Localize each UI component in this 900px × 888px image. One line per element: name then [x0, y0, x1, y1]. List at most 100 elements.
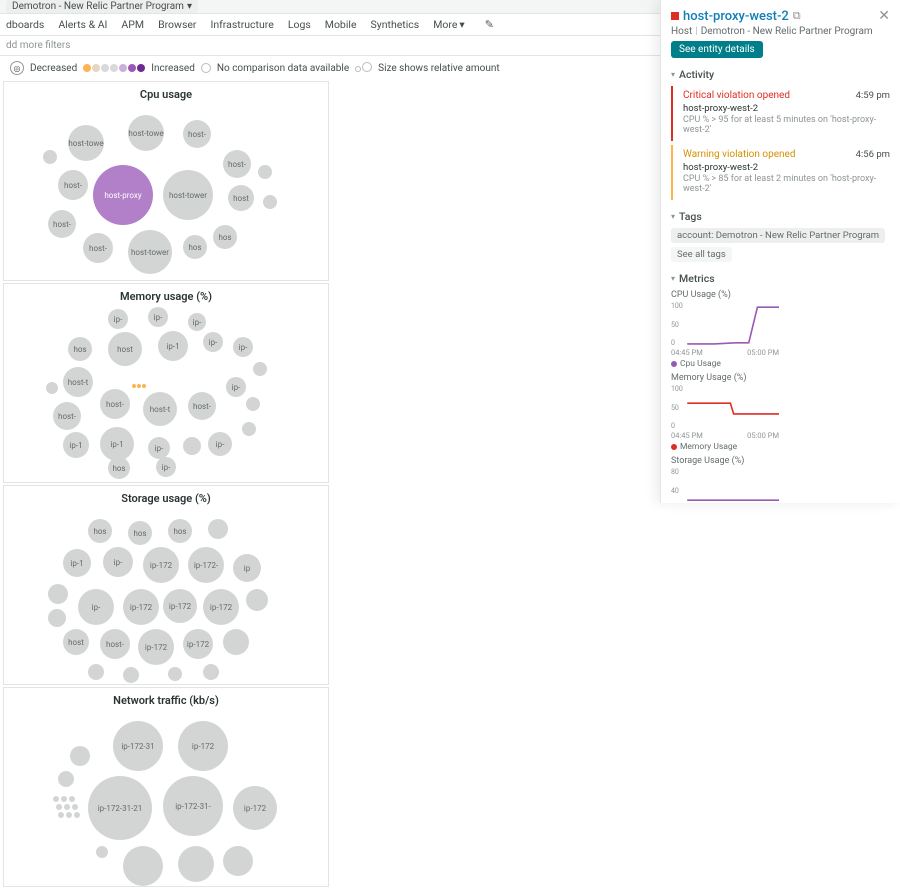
bubble-item[interactable]: ip-172-31 — [113, 721, 163, 771]
activity-item[interactable]: Warning violation opened4:56 pm host-pro… — [671, 145, 890, 200]
bubble-item[interactable] — [72, 804, 78, 810]
bubble-item[interactable]: host-towe — [68, 125, 104, 161]
bubble-item-highlight[interactable]: host-proxy — [93, 165, 153, 225]
bubble-item[interactable] — [43, 150, 57, 164]
bubble-item[interactable] — [61, 796, 67, 802]
bubble-item[interactable]: hos — [183, 235, 207, 259]
see-all-tags-button[interactable]: See all tags — [671, 247, 732, 262]
bubble-item[interactable]: host-tower — [163, 170, 213, 220]
bubble-item[interactable]: hos — [213, 225, 237, 249]
breadcrumb[interactable]: Demotron - New Relic Partner Program ▾ — [6, 0, 198, 13]
section-header[interactable]: ▾Metrics — [671, 272, 890, 285]
bubble-item[interactable]: ip- — [103, 547, 133, 577]
bubble-item[interactable]: ip-172 — [143, 547, 179, 583]
bubble-item[interactable]: host — [228, 185, 254, 211]
bubble-item[interactable] — [70, 746, 90, 766]
bubble-item[interactable]: host- — [188, 392, 216, 420]
nav-apm[interactable]: APM — [121, 18, 144, 31]
bubble-item[interactable] — [258, 165, 272, 179]
network-traffic-panel[interactable]: Network traffic (kb/s) ip-172-31 ip-172 … — [3, 687, 329, 887]
bubble-item[interactable] — [64, 804, 70, 810]
bubble-item[interactable] — [69, 796, 75, 802]
bubble-item[interactable] — [74, 812, 80, 818]
bubble-item[interactable]: ip- — [226, 377, 246, 397]
memory-usage-panel[interactable]: Memory usage (%) ip- ip- ip- hos host ip… — [3, 283, 329, 483]
bubble-item[interactable] — [53, 796, 59, 802]
bubble-item[interactable]: ip-172 — [178, 721, 228, 771]
bubble-item[interactable] — [178, 846, 214, 882]
bubble-item[interactable]: ip-172 — [138, 629, 174, 665]
bubble-item[interactable] — [46, 382, 58, 394]
bubble-item[interactable]: ip- — [148, 307, 168, 327]
bubble-item[interactable]: host- — [53, 402, 81, 430]
bubble-item[interactable]: hos — [168, 519, 192, 543]
bubble-item[interactable]: hos — [88, 519, 112, 543]
bubble-item[interactable]: host- — [48, 210, 76, 238]
bubble-item[interactable]: host — [108, 332, 142, 366]
bubble-item[interactable]: ip-172-31-21 — [88, 776, 152, 840]
bubble-item[interactable]: host-towe — [128, 115, 164, 151]
bubble-item[interactable]: hos — [108, 457, 130, 479]
bubble-item[interactable]: host- — [223, 150, 251, 178]
see-entity-details-button[interactable]: See entity details — [671, 41, 763, 58]
bubble-item[interactable]: ip-172- — [188, 547, 224, 583]
bubble-item[interactable] — [96, 846, 108, 858]
bubble-item[interactable]: host- — [83, 233, 113, 263]
bubble-item[interactable] — [48, 584, 68, 604]
bubble-item[interactable]: host-t — [63, 367, 93, 397]
bubble-item[interactable]: ip-172 — [233, 786, 277, 830]
bubble-item[interactable] — [246, 589, 268, 611]
bubble-item[interactable] — [242, 422, 256, 436]
nav-dashboards[interactable]: dboards — [6, 18, 44, 31]
nav-infrastructure[interactable]: Infrastructure — [210, 18, 273, 31]
bubble-item[interactable]: host- — [183, 120, 211, 148]
bubble-item[interactable]: host- — [100, 389, 130, 419]
bubble-item[interactable] — [48, 609, 66, 627]
bubble-item[interactable] — [56, 804, 62, 810]
nav-alerts-ai[interactable]: Alerts & AI — [58, 18, 107, 31]
bubble-item[interactable]: ip-172 — [123, 589, 159, 625]
copy-icon[interactable]: ⧉ — [793, 9, 801, 23]
bubble-item[interactable] — [223, 629, 249, 655]
bubble-item[interactable] — [263, 195, 277, 209]
cpu-usage-panel[interactable]: Cpu usage host-towe host-towe host- host… — [3, 81, 329, 281]
bubble-item[interactable]: ip- — [208, 432, 232, 456]
edit-icon[interactable]: ✎ — [485, 18, 494, 31]
entity-title[interactable]: host-proxy-west-2 — [683, 9, 789, 24]
bubble-item[interactable]: host-tower — [128, 230, 172, 274]
bubble-item[interactable] — [123, 846, 163, 886]
bubble-item[interactable]: ip- — [233, 337, 253, 357]
bubble-item[interactable]: ip- — [156, 457, 176, 477]
bubble-item[interactable]: host- — [58, 170, 88, 200]
bubble-item[interactable]: ip-1 — [63, 432, 89, 458]
metric-cpu[interactable]: CPU Usage (%) 100500 04:45 PM05:00 PM Cp… — [671, 290, 779, 369]
nav-synthetics[interactable]: Synthetics — [371, 18, 420, 31]
storage-usage-panel[interactable]: Storage usage (%) hos hos hos ip-1 ip- i… — [3, 485, 329, 685]
bubble-item[interactable] — [168, 667, 182, 681]
nav-browser[interactable]: Browser — [158, 18, 196, 31]
bubble-item[interactable] — [208, 519, 228, 539]
tag-chip[interactable]: account: Demotron - New Relic Partner Pr… — [671, 228, 885, 243]
bubble-item[interactable]: ip- — [108, 309, 128, 329]
metric-memory[interactable]: Memory Usage (%) 100500 04:45 PM05:00 PM… — [671, 373, 779, 452]
bubble-item[interactable] — [58, 771, 74, 787]
nav-logs[interactable]: Logs — [288, 18, 311, 31]
bubble-item[interactable]: ip — [233, 554, 261, 582]
bubble-item[interactable]: ip- — [188, 313, 206, 331]
bubble-item[interactable] — [88, 664, 104, 680]
bubble-item[interactable]: ip-172-31- — [163, 776, 223, 836]
bubble-item[interactable]: ip- — [148, 437, 170, 459]
activity-item[interactable]: Critical violation opened4:59 pm host-pr… — [671, 86, 890, 141]
bubble-item[interactable]: host- — [100, 629, 130, 659]
bubble-item[interactable] — [203, 664, 219, 680]
bubble-item[interactable]: host — [63, 629, 89, 655]
bubble-item[interactable]: host-t — [143, 392, 177, 426]
nav-mobile[interactable]: Mobile — [325, 18, 357, 31]
bubble-item[interactable]: ip-1 — [158, 331, 188, 361]
bubble-item[interactable] — [223, 846, 253, 876]
metric-storage[interactable]: Storage Usage (%) 80400 04:45 PM05:00 PM — [671, 456, 779, 503]
bubble-item[interactable] — [66, 812, 72, 818]
bubble-item[interactable]: hos — [68, 337, 92, 361]
nav-more[interactable]: More ▾ — [433, 18, 464, 31]
bubble-item[interactable]: ip- — [203, 332, 223, 352]
